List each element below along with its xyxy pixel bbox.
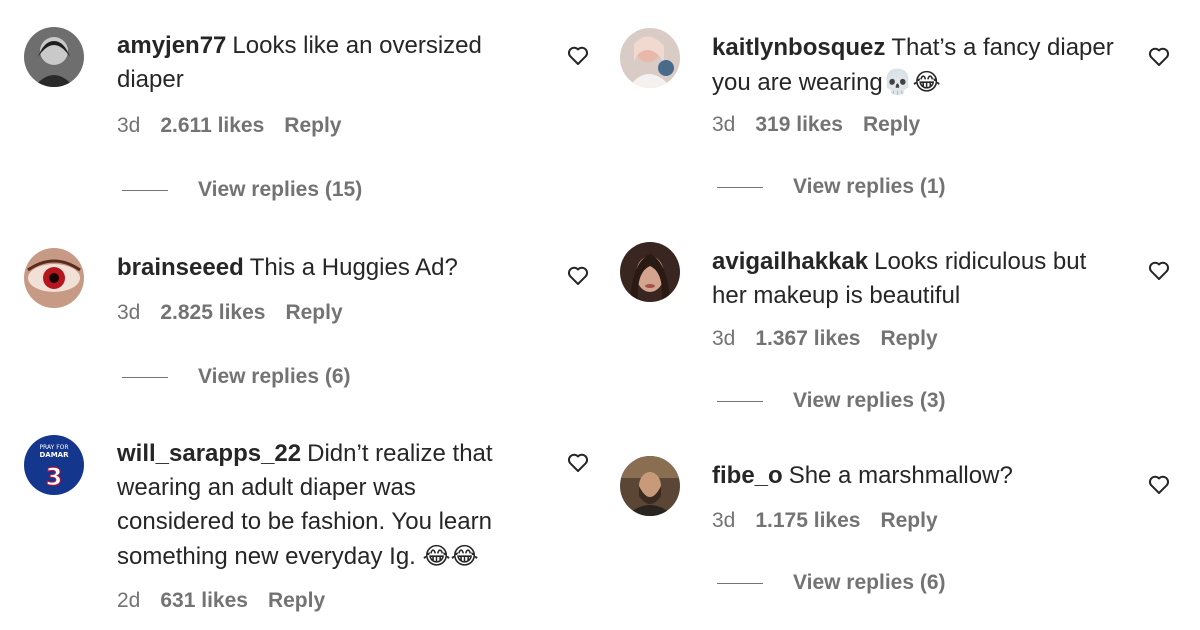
reply-button[interactable]: Reply: [880, 509, 937, 532]
comment-time[interactable]: 3d: [117, 114, 140, 137]
avatar[interactable]: [24, 248, 84, 308]
avatar-caption: PRAY FOR: [39, 444, 68, 451]
comment-body-line: Didn’t realize that: [307, 440, 493, 467]
heart-outline-icon[interactable]: [1147, 258, 1171, 282]
comment-meta: 3d 2.611 likes Reply: [117, 114, 361, 138]
comment-likes[interactable]: 2.825 likes: [160, 301, 265, 324]
laughing-emoji-icon: 😂😂: [422, 542, 479, 570]
comment-body-line: Looks ridiculous but: [874, 248, 1087, 275]
comment-meta: 3d 2.825 likes Reply: [117, 301, 363, 325]
avatar[interactable]: [620, 242, 680, 302]
comment-text: fibe_o She a marshmallow?: [712, 459, 1142, 493]
comment-text: brainseeed This a Huggies Ad?: [117, 251, 547, 285]
replies-divider: [122, 189, 168, 191]
heart-outline-icon[interactable]: [566, 263, 590, 287]
replies-divider: [717, 582, 763, 584]
avatar[interactable]: [24, 27, 84, 87]
heart-outline-icon[interactable]: [1147, 472, 1171, 496]
comment-time[interactable]: 3d: [712, 327, 735, 350]
comment-text: avigailhakkak Looks ridiculous but her ma…: [712, 245, 1142, 313]
avatar[interactable]: PRAY FOR DAMAR 3: [24, 435, 84, 495]
reply-button[interactable]: Reply: [880, 327, 937, 350]
comment-time[interactable]: 3d: [712, 509, 735, 532]
view-replies-button[interactable]: View replies (15): [122, 178, 362, 202]
comment-likes[interactable]: 631 likes: [160, 589, 248, 612]
comment-likes[interactable]: 1.175 likes: [755, 509, 860, 532]
comment-body-line: something new everyday Ig.: [117, 543, 416, 570]
comment-username[interactable]: will_sarapps_22: [117, 440, 301, 467]
comment-likes[interactable]: 319 likes: [755, 113, 843, 136]
comment-username[interactable]: fibe_o: [712, 462, 783, 489]
reply-button[interactable]: Reply: [285, 301, 342, 324]
comment-meta: 3d 319 likes Reply: [712, 113, 940, 137]
comment-likes[interactable]: 1.367 likes: [755, 327, 860, 350]
comment-body-line: you are wearing: [712, 69, 883, 96]
reply-button[interactable]: Reply: [284, 114, 341, 137]
heart-outline-icon[interactable]: [566, 450, 590, 474]
comment-meta: 3d 1.367 likes Reply: [712, 327, 958, 351]
comment-likes[interactable]: 2.611 likes: [160, 114, 264, 137]
heart-outline-icon[interactable]: [566, 43, 590, 67]
view-replies-label: View replies (6): [793, 571, 946, 594]
comment-username[interactable]: avigailhakkak: [712, 248, 868, 275]
replies-divider: [717, 186, 763, 188]
comment-body-line: That’s a fancy diaper: [891, 34, 1114, 61]
skull-laughing-emoji-icon: 💀😂: [882, 68, 941, 96]
comment-body-line: considered to be fashion. You learn: [117, 508, 492, 535]
comment-body-line: She a marshmallow?: [788, 462, 1013, 489]
comment-meta: 2d 631 likes Reply: [117, 589, 345, 613]
comment-body-line: her makeup is beautiful: [712, 282, 961, 309]
view-replies-button[interactable]: View replies (1): [717, 175, 946, 199]
reply-button[interactable]: Reply: [268, 589, 325, 612]
comment-body-line: This a Huggies Ad?: [249, 254, 458, 281]
avatar[interactable]: [620, 28, 680, 88]
comment-text: amyjen77 Looks like an oversized diaper: [117, 29, 547, 97]
comment-username[interactable]: brainseeed: [117, 254, 244, 281]
avatar[interactable]: [620, 456, 680, 516]
avatar-number: 3: [46, 463, 63, 491]
comment-text: will_sarapps_22 Didn’t realize that weari…: [117, 437, 557, 574]
comment-body-line: Looks like an oversized: [232, 32, 482, 59]
comment-body-line: wearing an adult diaper was: [117, 474, 416, 501]
comment-username[interactable]: kaitlynbosquez: [712, 34, 885, 61]
view-replies-label: View replies (3): [793, 389, 946, 412]
view-replies-button[interactable]: View replies (6): [122, 365, 351, 389]
reply-button[interactable]: Reply: [863, 113, 920, 136]
comment-time[interactable]: 3d: [117, 301, 140, 324]
view-replies-label: View replies (1): [793, 175, 946, 198]
view-replies-button[interactable]: View replies (3): [717, 389, 946, 413]
comment-body-line: diaper: [117, 66, 184, 93]
replies-divider: [122, 376, 168, 378]
avatar-caption: DAMAR: [39, 451, 69, 459]
replies-divider: [717, 400, 763, 402]
view-replies-button[interactable]: View replies (6): [717, 571, 946, 595]
comment-time[interactable]: 3d: [712, 113, 735, 136]
heart-outline-icon[interactable]: [1147, 44, 1171, 68]
view-replies-label: View replies (15): [198, 178, 363, 201]
comment-meta: 3d 1.175 likes Reply: [712, 509, 958, 533]
comment-time[interactable]: 2d: [117, 589, 140, 612]
comment-username[interactable]: amyjen77: [117, 32, 226, 59]
view-replies-label: View replies (6): [198, 365, 351, 388]
comment-text: kaitlynbosquez That’s a fancy diaper you …: [712, 31, 1142, 100]
